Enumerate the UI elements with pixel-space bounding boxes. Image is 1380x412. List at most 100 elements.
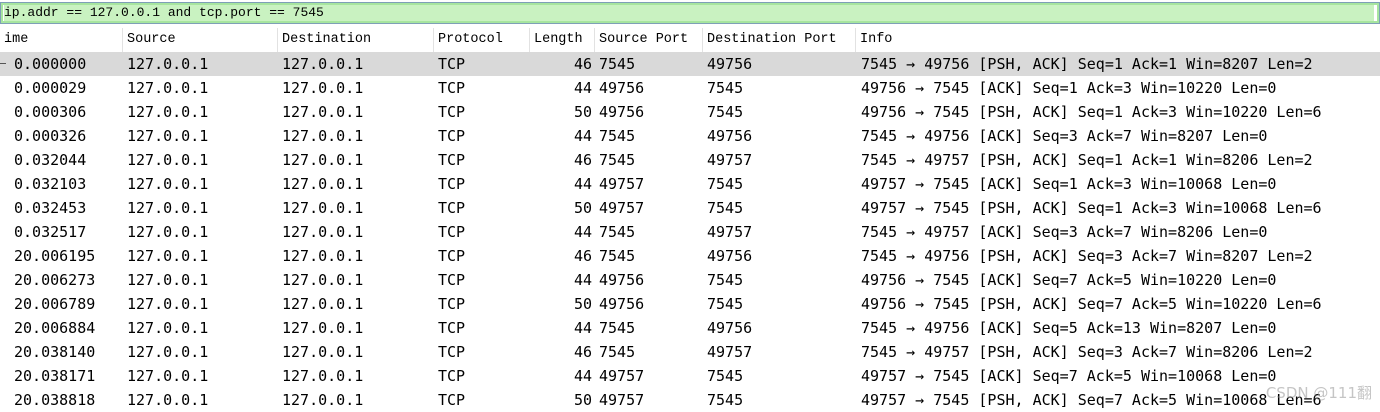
cell-destination: 127.0.0.1 bbox=[282, 247, 364, 265]
cell-destination: 127.0.0.1 bbox=[282, 127, 364, 145]
cell-source-port: 7545 bbox=[599, 151, 636, 169]
packet-row[interactable]: 0.032517 127.0.0.1 127.0.0.1 TCP 44 7545 49757… bbox=[0, 220, 1380, 244]
cell-source: 127.0.0.1 bbox=[127, 175, 209, 193]
column-header-destination[interactable]: Destination bbox=[278, 28, 434, 52]
packet-row[interactable]: 20.038140 127.0.0.1 127.0.0.1 TCP 46 7545 4975… bbox=[0, 340, 1380, 364]
packet-row[interactable]: 20.006884 127.0.0.1 127.0.0.1 TCP 44 7545 4975… bbox=[0, 316, 1380, 340]
cell-destination-port: 7545 bbox=[707, 367, 744, 385]
cell-source: 127.0.0.1 bbox=[127, 391, 209, 409]
cell-time: 20.006789 bbox=[14, 295, 96, 313]
cell-source-port: 7545 bbox=[599, 343, 636, 361]
packet-row[interactable]: 0.000029 127.0.0.1 127.0.0.1 TCP 44 49756 7545… bbox=[0, 76, 1380, 100]
cell-length: 46 bbox=[573, 247, 592, 265]
cell-destination-port: 49756 bbox=[707, 319, 753, 337]
cell-length: 46 bbox=[573, 151, 592, 169]
cell-length: 44 bbox=[573, 367, 592, 385]
cell-info: 49756 → 7545 [ACK] Seq=7 Ack=5 Win=10220… bbox=[861, 271, 1277, 289]
cell-destination: 127.0.0.1 bbox=[282, 295, 364, 313]
cell-protocol: TCP bbox=[438, 247, 466, 265]
cell-destination-port: 49756 bbox=[707, 247, 753, 265]
cell-time: 0.000306 bbox=[14, 103, 87, 121]
cell-source: 127.0.0.1 bbox=[127, 151, 209, 169]
packet-row[interactable]: 20.006195 127.0.0.1 127.0.0.1 TCP 46 7545 4975… bbox=[0, 244, 1380, 268]
cell-source: 127.0.0.1 bbox=[127, 55, 209, 73]
cell-info: 49757 → 7545 [PSH, ACK] Seq=1 Ack=3 Win=… bbox=[861, 199, 1322, 217]
cell-protocol: TCP bbox=[438, 103, 466, 121]
cell-source: 127.0.0.1 bbox=[127, 343, 209, 361]
packet-row[interactable]: 20.038171 127.0.0.1 127.0.0.1 TCP 44 49757 754… bbox=[0, 364, 1380, 388]
cell-info: 49756 → 7545 [PSH, ACK] Seq=1 Ack=3 Win=… bbox=[861, 103, 1322, 121]
cell-destination: 127.0.0.1 bbox=[282, 367, 364, 385]
cell-destination-port: 7545 bbox=[707, 103, 744, 121]
packet-row[interactable]: 0.032044 127.0.0.1 127.0.0.1 TCP 46 7545 49757… bbox=[0, 148, 1380, 172]
cell-time: 0.032103 bbox=[14, 175, 87, 193]
packet-row[interactable]: 0.000326 127.0.0.1 127.0.0.1 TCP 44 7545 49756… bbox=[0, 124, 1380, 148]
cell-source-port: 7545 bbox=[599, 127, 636, 145]
cell-destination-port: 49757 bbox=[707, 151, 753, 169]
cell-source-port: 7545 bbox=[599, 55, 636, 73]
cell-source-port: 7545 bbox=[599, 247, 636, 265]
cell-length: 46 bbox=[573, 343, 592, 361]
cell-destination: 127.0.0.1 bbox=[282, 271, 364, 289]
column-header-protocol[interactable]: Protocol bbox=[434, 28, 530, 52]
cell-source: 127.0.0.1 bbox=[127, 319, 209, 337]
packet-row[interactable]: 0.000000 127.0.0.1 127.0.0.1 TCP 46 7545 49756… bbox=[0, 52, 1380, 76]
packet-row[interactable]: 0.000306 127.0.0.1 127.0.0.1 TCP 50 49756 7545… bbox=[0, 100, 1380, 124]
cell-info: 7545 → 49756 [PSH, ACK] Seq=3 Ack=7 Win=… bbox=[861, 247, 1313, 265]
display-filter-input[interactable] bbox=[4, 5, 1374, 21]
cell-source: 127.0.0.1 bbox=[127, 199, 209, 217]
cell-source: 127.0.0.1 bbox=[127, 295, 209, 313]
cell-length: 44 bbox=[573, 175, 592, 193]
selected-row-marker bbox=[0, 63, 6, 64]
cell-info: 7545 → 49756 [PSH, ACK] Seq=1 Ack=1 Win=… bbox=[861, 55, 1313, 73]
column-header-length[interactable]: Length bbox=[530, 28, 595, 52]
cell-destination-port: 7545 bbox=[707, 175, 744, 193]
cell-length: 44 bbox=[573, 127, 592, 145]
cell-source: 127.0.0.1 bbox=[127, 79, 209, 97]
cell-info: 7545 → 49757 [ACK] Seq=3 Ack=7 Win=8206 … bbox=[861, 223, 1268, 241]
packet-row[interactable]: 20.038818 127.0.0.1 127.0.0.1 TCP 50 49757 754… bbox=[0, 388, 1380, 412]
cell-source-port: 49756 bbox=[599, 295, 645, 313]
cell-protocol: TCP bbox=[438, 55, 466, 73]
cell-info: 7545 → 49757 [PSH, ACK] Seq=3 Ack=7 Win=… bbox=[861, 343, 1313, 361]
cell-source-port: 49757 bbox=[599, 175, 645, 193]
cell-source: 127.0.0.1 bbox=[127, 271, 209, 289]
cell-protocol: TCP bbox=[438, 319, 466, 337]
packet-row[interactable]: 20.006273 127.0.0.1 127.0.0.1 TCP 44 49756 754… bbox=[0, 268, 1380, 292]
cell-length: 44 bbox=[573, 79, 592, 97]
cell-length: 44 bbox=[573, 223, 592, 241]
packet-row[interactable]: 0.032103 127.0.0.1 127.0.0.1 TCP 44 49757 7545… bbox=[0, 172, 1380, 196]
cell-destination-port: 7545 bbox=[707, 199, 744, 217]
packet-row[interactable]: 0.032453 127.0.0.1 127.0.0.1 TCP 50 49757 7545… bbox=[0, 196, 1380, 220]
cell-destination-port: 7545 bbox=[707, 391, 744, 409]
column-header-source-port[interactable]: Source Port bbox=[595, 28, 703, 52]
cell-info: 49756 → 7545 [PSH, ACK] Seq=7 Ack=5 Win=… bbox=[861, 295, 1322, 313]
cell-destination-port: 7545 bbox=[707, 79, 744, 97]
cell-destination: 127.0.0.1 bbox=[282, 175, 364, 193]
cell-source-port: 49757 bbox=[599, 199, 645, 217]
cell-time: 0.032453 bbox=[14, 199, 87, 217]
cell-length: 50 bbox=[573, 103, 592, 121]
cell-protocol: TCP bbox=[438, 223, 466, 241]
column-header-info[interactable]: Info bbox=[856, 28, 1380, 52]
cell-source-port: 49756 bbox=[599, 103, 645, 121]
cell-destination: 127.0.0.1 bbox=[282, 151, 364, 169]
cell-time: 0.000000 bbox=[14, 55, 87, 73]
packet-row[interactable]: 20.006789 127.0.0.1 127.0.0.1 TCP 50 49756 754… bbox=[0, 292, 1380, 316]
cell-destination: 127.0.0.1 bbox=[282, 79, 364, 97]
column-header-destination-port[interactable]: Destination Port bbox=[703, 28, 856, 52]
cell-protocol: TCP bbox=[438, 175, 466, 193]
display-filter-bar[interactable] bbox=[0, 2, 1380, 24]
cell-protocol: TCP bbox=[438, 127, 466, 145]
cell-protocol: TCP bbox=[438, 199, 466, 217]
cell-length: 50 bbox=[573, 199, 592, 217]
cell-source: 127.0.0.1 bbox=[127, 223, 209, 241]
cell-destination: 127.0.0.1 bbox=[282, 391, 364, 409]
column-header-time[interactable]: ime bbox=[0, 28, 123, 52]
cell-destination-port: 49757 bbox=[707, 223, 753, 241]
column-header-source[interactable]: Source bbox=[123, 28, 278, 52]
cell-source-port: 7545 bbox=[599, 319, 636, 337]
cell-source-port: 49756 bbox=[599, 271, 645, 289]
cell-info: 49756 → 7545 [ACK] Seq=1 Ack=3 Win=10220… bbox=[861, 79, 1277, 97]
cell-destination-port: 49757 bbox=[707, 343, 753, 361]
